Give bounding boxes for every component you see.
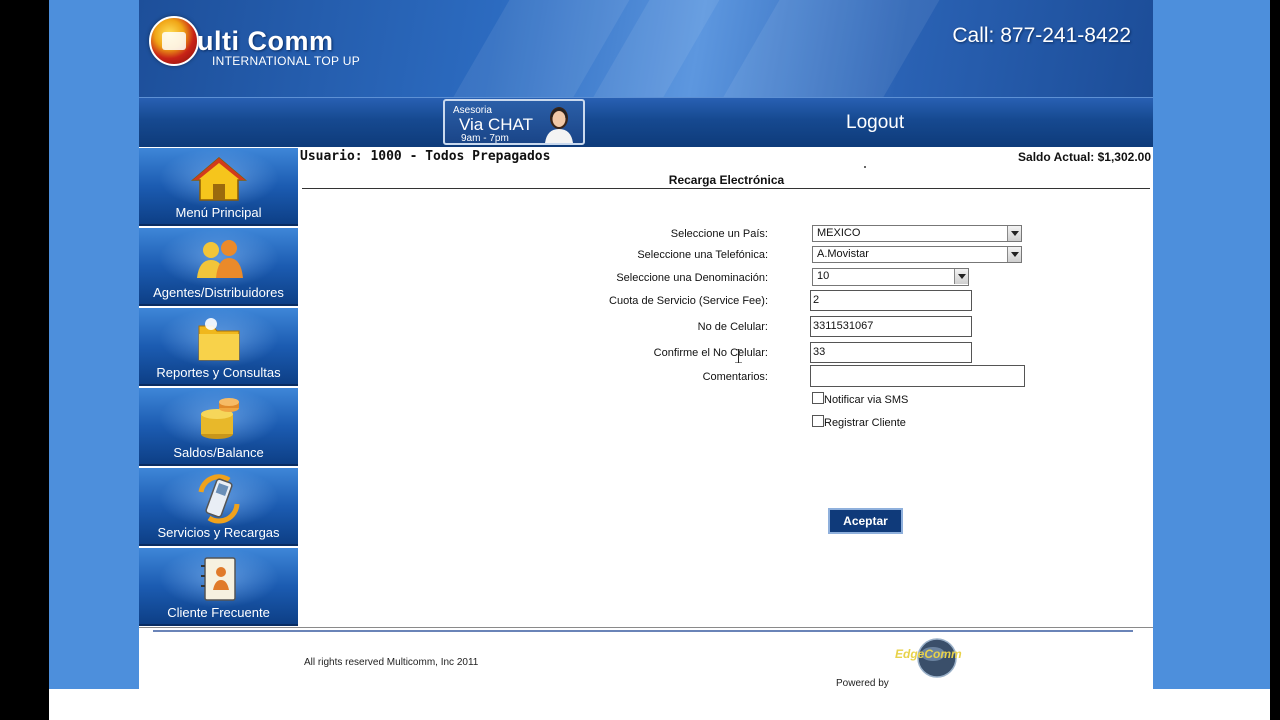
pais-select[interactable]: MEXICO [812, 225, 1022, 242]
denominacion-select[interactable]: 10 [812, 268, 969, 286]
sms-checkbox-label: Notificar via SMS [824, 394, 909, 406]
denominacion-select-value: 10 [817, 270, 830, 282]
sidebar-item-menu-principal[interactable]: Menú Principal [139, 148, 298, 226]
cuota-label: Cuota de Servicio (Service Fee): [609, 295, 768, 307]
celular-input[interactable]: 3311531067 [810, 316, 972, 337]
header-decoration [681, 0, 957, 97]
copyright-text: All rights reserved Multicomm, Inc 2011 [304, 657, 479, 668]
telefonica-select[interactable]: A.Movistar [812, 246, 1022, 263]
edgecomm-logo[interactable]: EdgeComm [893, 636, 963, 682]
chat-label-via-chat: Via CHAT [459, 115, 534, 134]
balance-display: Saldo Actual: $1,302.00 [1018, 150, 1151, 164]
edgecomm-logo-text: EdgeComm [895, 647, 962, 661]
chevron-down-icon [1007, 226, 1021, 241]
site-container: ulti Comm INTERNATIONAL TOP UP Call: 877… [139, 0, 1153, 689]
sidebar-menu: Menú Principal Agentes/Distribuidores Re… [139, 148, 298, 626]
viewport-bottom-strip [49, 689, 1270, 720]
footer-divider [153, 630, 1133, 632]
site-header: ulti Comm INTERNATIONAL TOP UP Call: 877… [139, 0, 1153, 97]
phone-number: Call: 877-241-8422 [952, 24, 1131, 47]
home-icon [190, 157, 247, 201]
sidebar-label: Servicios y Recargas [157, 525, 280, 540]
top-nav-bar: Asesoria Via CHAT 9am - 7pm Logout [139, 97, 1153, 147]
main-content: Usuario: 1000 - Todos Prepagados Saldo A… [300, 148, 1153, 626]
powered-by-text: Powered by [836, 678, 889, 689]
sidebar-item-reportes[interactable]: Reportes y Consultas [139, 308, 298, 386]
sidebar-label: Saldos/Balance [173, 445, 264, 460]
contact-book-icon [200, 557, 236, 601]
sidebar-label: Reportes y Consultas [156, 365, 281, 380]
logo-emblem-icon [149, 16, 199, 66]
registrar-cliente-checkbox[interactable] [812, 415, 824, 427]
user-info: Usuario: 1000 - Todos Prepagados [300, 149, 551, 164]
pais-label: Seleccione un País: [670, 228, 768, 240]
phone-refresh-icon [198, 474, 239, 524]
telefonica-label: Seleccione una Telefónica: [637, 249, 768, 261]
aceptar-button[interactable]: Aceptar [828, 508, 903, 534]
chat-agent-icon [545, 107, 573, 143]
chat-label-hours: 9am - 7pm [461, 133, 509, 144]
footer-divider [139, 627, 1153, 628]
chevron-down-icon [1007, 247, 1021, 262]
sms-checkbox[interactable] [812, 392, 824, 404]
sidebar-item-saldos[interactable]: Saldos/Balance [139, 388, 298, 466]
cuota-input[interactable]: 2 [810, 290, 972, 311]
browser-viewport: ulti Comm INTERNATIONAL TOP UP Call: 877… [49, 0, 1270, 720]
confirme-label: Confirme el No Celular: [653, 347, 768, 359]
sidebar-label: Menú Principal [175, 205, 262, 220]
folder-icon [198, 318, 239, 361]
logo-text: ulti Comm [197, 26, 334, 56]
logout-link[interactable]: Logout [846, 112, 904, 134]
comentarios-label: Comentarios: [702, 371, 768, 383]
chevron-down-icon [954, 269, 968, 284]
telefonica-select-value: A.Movistar [817, 248, 869, 260]
sidebar-item-agentes[interactable]: Agentes/Distribuidores [139, 228, 298, 306]
sidebar-label: Cliente Frecuente [167, 605, 270, 620]
sidebar-label: Agentes/Distribuidores [153, 285, 284, 300]
pais-select-value: MEXICO [817, 227, 861, 239]
text-cursor-icon [735, 349, 742, 363]
site-footer: All rights reserved Multicomm, Inc 2011 … [139, 626, 1153, 689]
title-divider [302, 188, 1150, 189]
denominacion-label: Seleccione una Denominación: [616, 272, 768, 284]
celular-label: No de Celular: [697, 321, 768, 333]
logo-subtitle: INTERNATIONAL TOP UP [212, 54, 361, 68]
comentarios-input[interactable] [810, 365, 1025, 387]
sidebar-item-cliente-frecuente[interactable]: Cliente Frecuente [139, 548, 298, 626]
chat-support-button[interactable]: Asesoria Via CHAT 9am - 7pm [443, 99, 585, 145]
sidebar-item-servicios[interactable]: Servicios y Recargas [139, 468, 298, 546]
confirme-celular-input[interactable]: 33 [810, 342, 972, 363]
page-title: Recarga Electrónica [668, 173, 785, 187]
users-icon [196, 240, 243, 278]
registrar-cliente-label: Registrar Cliente [824, 417, 906, 429]
coins-icon [200, 398, 239, 439]
